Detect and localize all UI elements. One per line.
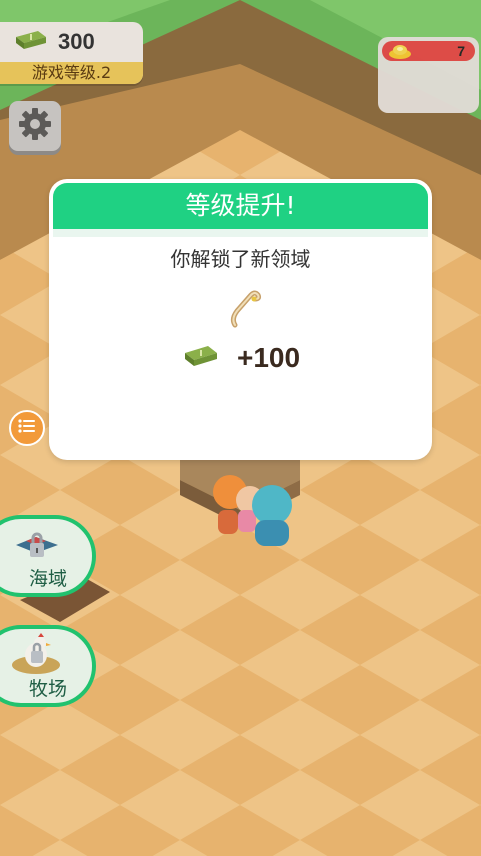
chest-count: 7 [457,43,465,59]
chest-panel[interactable]: 7 [378,37,479,113]
dialog-divider [53,229,428,237]
gear-icon [18,107,52,145]
dialog-subtitle: 你解锁了新领域 [170,247,311,271]
cash-icon [183,344,219,372]
sea-area-label: 海域 [28,568,67,590]
reward-row: +100 [183,341,300,375]
game-level-label: 游戏等级.2 [0,62,143,84]
list-menu-button[interactable] [9,410,45,446]
chest-progress-bar: 7 [382,41,475,61]
reward-amount: +100 [237,342,301,373]
cash-icon [14,29,48,55]
settings-button[interactable] [9,101,61,151]
ranch-area-label: 牧场 [28,678,67,700]
money-panel: 300 游戏等级.2 [0,22,143,84]
ranch-area-button[interactable]: 牧场 [0,625,96,707]
list-icon [18,418,36,438]
level-up-dialog: 等级提升! 你解锁了新领域 +100 [49,179,432,460]
gold-pile-icon [388,43,412,63]
dialog-title: 等级提升! [53,183,428,229]
sea-area-button[interactable]: 海域 [0,515,96,597]
money-value: 300 [58,29,95,54]
hook-icon [227,289,263,333]
